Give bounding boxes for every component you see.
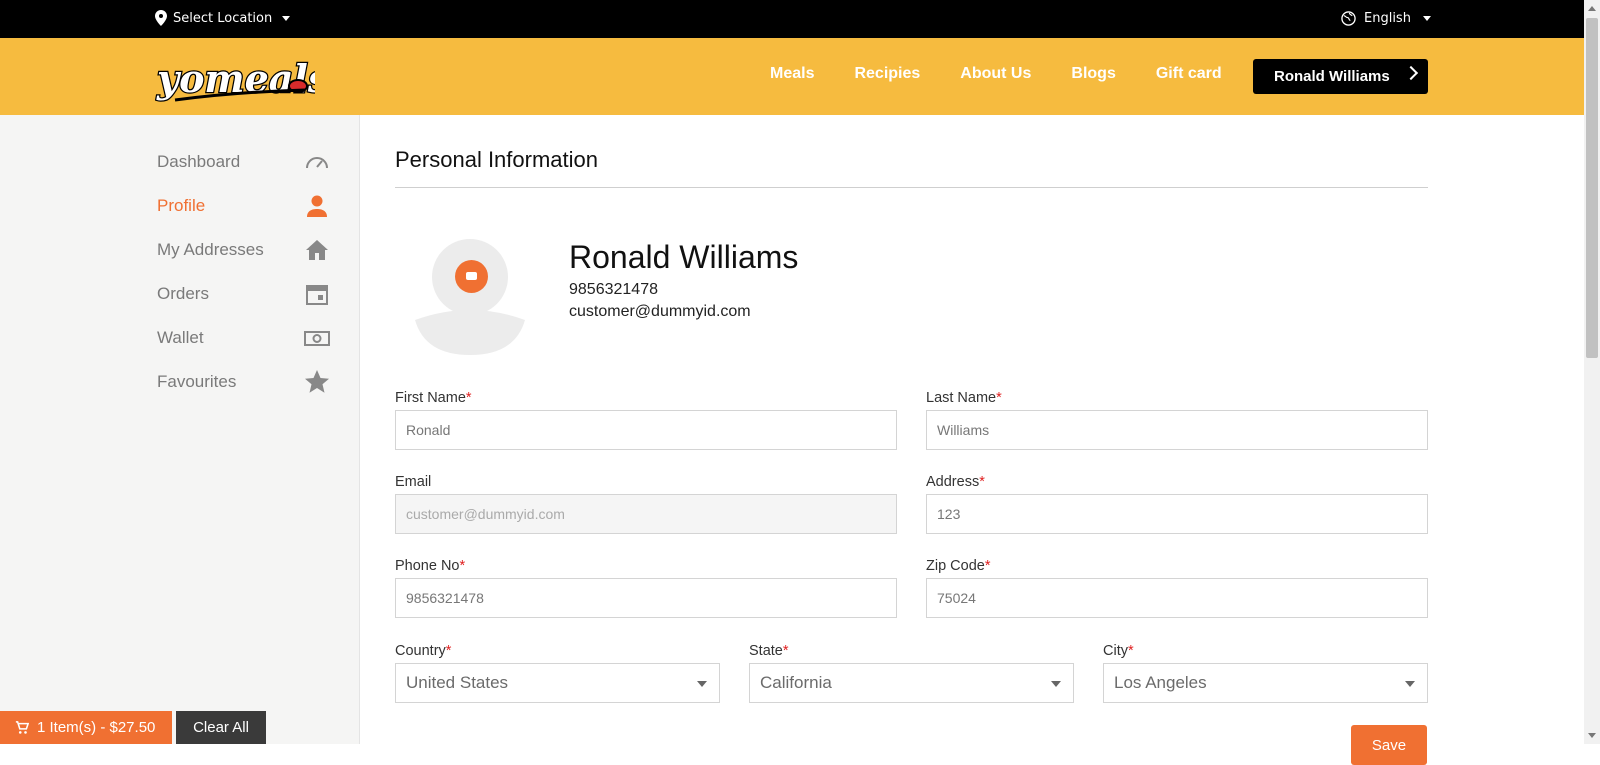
sidebar-item-label: Favourites	[157, 372, 237, 391]
email-field[interactable]: customer@dummyid.com	[395, 494, 897, 534]
nav-meals[interactable]: Meals	[770, 65, 814, 83]
address-field[interactable]: 123	[926, 494, 1428, 534]
last-name-field[interactable]: Williams	[926, 410, 1428, 450]
city-select[interactable]: Los Angeles	[1103, 663, 1428, 703]
page-scrollbar[interactable]	[1584, 0, 1600, 744]
scroll-up-icon[interactable]	[1588, 6, 1596, 11]
state-select[interactable]: California	[749, 663, 1074, 703]
scroll-down-icon[interactable]	[1588, 733, 1596, 738]
sidebar-item-label: Wallet	[157, 328, 204, 347]
scrollbar-thumb[interactable]	[1586, 18, 1598, 358]
cart-summary-label: 1 Item(s) - $27.50	[37, 719, 156, 736]
speedometer-icon	[306, 157, 328, 169]
clear-all-button[interactable]: Clear All	[176, 711, 266, 744]
phone-field[interactable]: 9856321478	[395, 578, 897, 618]
language-selector[interactable]: English	[1341, 11, 1431, 26]
globe-icon	[1341, 11, 1356, 26]
home-icon	[306, 240, 328, 260]
sidebar-item-profile[interactable]: Profile	[157, 191, 330, 221]
sidebar: Dashboard Profile My Addresses Orders Wa…	[0, 115, 360, 744]
calendar-icon	[306, 285, 328, 305]
sidebar-item-orders[interactable]: Orders	[157, 279, 330, 309]
yomeals-logo[interactable]: yomeals	[155, 48, 315, 106]
profile-email: customer@dummyid.com	[569, 303, 751, 320]
user-menu-button[interactable]: Ronald Williams	[1253, 59, 1428, 94]
email-label: Email	[395, 474, 432, 490]
location-label: Select Location	[173, 10, 273, 26]
profile-name: Ronald Williams	[569, 239, 799, 275]
star-icon	[305, 370, 329, 393]
sidebar-item-wallet[interactable]: Wallet	[157, 323, 330, 353]
nav-gift-card[interactable]: Gift card	[1156, 65, 1222, 83]
main-header: yomeals Meals Recipies About Us Blogs Gi…	[0, 38, 1584, 115]
nav-blogs[interactable]: Blogs	[1071, 65, 1115, 83]
cart-icon	[15, 720, 29, 734]
camera-icon[interactable]	[455, 260, 488, 293]
sidebar-item-favourites[interactable]: Favourites	[157, 367, 330, 397]
city-label: City*	[1103, 643, 1134, 659]
profile-phone: 9856321478	[569, 281, 658, 298]
cart-summary-button[interactable]: 1 Item(s) - $27.50	[0, 711, 172, 744]
city-value: Los Angeles	[1114, 673, 1207, 692]
top-bar: Select Location English	[0, 0, 1584, 38]
zip-code-label: Zip Code*	[926, 558, 991, 574]
save-button[interactable]: Save	[1351, 725, 1427, 765]
nav-recipies[interactable]: Recipies	[854, 65, 920, 83]
first-name-label: First Name*	[395, 390, 472, 406]
sidebar-item-label: Dashboard	[157, 152, 241, 171]
language-label: English	[1364, 11, 1411, 26]
phone-label: Phone No*	[395, 558, 466, 574]
main-nav: Meals Recipies About Us Blogs Gift card	[770, 65, 1222, 83]
sidebar-item-label: My Addresses	[157, 240, 264, 259]
sidebar-item-dashboard[interactable]: Dashboard	[157, 147, 330, 177]
location-selector[interactable]: Select Location	[155, 10, 291, 26]
last-name-label: Last Name*	[926, 390, 1002, 406]
user-menu-label: Ronald Williams	[1274, 68, 1390, 85]
nav-about-us[interactable]: About Us	[960, 65, 1031, 83]
location-pin-icon	[155, 10, 167, 26]
sidebar-item-my-addresses[interactable]: My Addresses	[157, 235, 330, 265]
zip-code-field[interactable]: 75024	[926, 578, 1428, 618]
address-label: Address*	[926, 474, 985, 490]
country-value: United States	[406, 673, 509, 692]
person-icon	[307, 195, 327, 217]
money-icon	[304, 331, 330, 346]
state-value: California	[760, 673, 832, 692]
chevron-down-icon	[282, 15, 291, 21]
state-label: State*	[749, 643, 789, 659]
country-label: Country*	[395, 643, 452, 659]
sidebar-item-label: Profile	[157, 196, 206, 215]
divider	[395, 187, 1428, 188]
sidebar-item-label: Orders	[157, 284, 209, 303]
country-select[interactable]: United States	[395, 663, 720, 703]
page-title: Personal Information	[395, 147, 598, 172]
chevron-down-icon	[1422, 16, 1431, 21]
chevron-right-icon	[1403, 65, 1419, 81]
first-name-field[interactable]: Ronald	[395, 410, 897, 450]
